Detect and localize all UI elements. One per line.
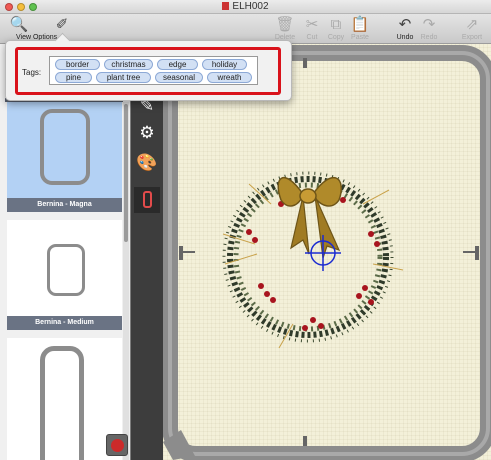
export-button[interactable]: ⇗ Export bbox=[455, 16, 489, 41]
hoop-sidebar: Bernina - Magna Bernina - Medium bbox=[0, 44, 131, 460]
tag-token[interactable]: plant tree bbox=[96, 72, 151, 83]
sidebar-scrollbar[interactable] bbox=[123, 102, 129, 460]
redo-button[interactable]: ↷ Redo bbox=[412, 16, 446, 41]
rotate-hoop-icon bbox=[111, 439, 124, 452]
tag-token[interactable]: wreath bbox=[207, 72, 252, 83]
hoop-thumbnail[interactable] bbox=[7, 338, 122, 460]
window-title: ELH002 bbox=[232, 1, 269, 12]
tag-token[interactable]: edge bbox=[157, 59, 198, 70]
palette-button[interactable]: 🎨 bbox=[134, 150, 160, 176]
tag-token[interactable]: christmas bbox=[104, 59, 153, 70]
hoop-thumbnail-medium[interactable]: Bernina - Medium bbox=[7, 220, 122, 330]
hoop-preview bbox=[40, 109, 90, 185]
hoop-tool-button[interactable] bbox=[134, 187, 160, 213]
hoop-thumbnail-magna[interactable]: Bernina - Magna bbox=[7, 102, 122, 212]
hoop-rotate-button[interactable] bbox=[106, 434, 128, 456]
hoop-preview bbox=[47, 244, 85, 296]
sewing-machine-icon: ⚙ bbox=[139, 123, 155, 142]
sewing-machine-button[interactable]: ⚙ bbox=[134, 120, 160, 146]
export-label: Export bbox=[461, 34, 483, 41]
tag-token[interactable]: border bbox=[55, 59, 100, 70]
hoop-name: Bernina - Medium bbox=[7, 316, 122, 330]
tag-token[interactable]: seasonal bbox=[155, 72, 203, 83]
tags-popover: Tags: border christmas edge holiday pine… bbox=[5, 32, 292, 101]
search-icon: 🔍 bbox=[9, 16, 29, 33]
tool-strip: ✎ ⚙ 🎨 bbox=[131, 44, 163, 460]
document-icon bbox=[222, 2, 230, 10]
export-icon: ⇗ bbox=[465, 16, 479, 33]
hoop-frame bbox=[163, 45, 491, 460]
paste-button[interactable]: 📋 Paste bbox=[343, 16, 377, 41]
hoop-thumbnail-list: Bernina - Magna Bernina - Medium bbox=[7, 102, 122, 460]
scrollbar-thumb[interactable] bbox=[124, 104, 128, 242]
tag-token[interactable]: pine bbox=[55, 72, 92, 83]
crosshair-icon[interactable] bbox=[305, 235, 341, 271]
search-button[interactable]: 🔍 View Options bbox=[2, 16, 57, 41]
design-canvas[interactable] bbox=[163, 44, 491, 460]
tags-label: Tags: bbox=[22, 68, 42, 77]
palette-icon: 🎨 bbox=[136, 153, 158, 172]
paste-label: Paste bbox=[351, 34, 369, 41]
hoop-preview bbox=[40, 346, 84, 460]
clipboard-icon: 📋 bbox=[350, 16, 370, 33]
tag-token[interactable]: holiday bbox=[202, 59, 247, 70]
canvas-drawing bbox=[163, 45, 491, 460]
title-bar: ELH002 bbox=[0, 0, 491, 14]
app-window: ELH002 🔍 View Options ✐ 🗑 Delete ✂ Cut ⧉… bbox=[0, 0, 491, 460]
redo-label: Redo bbox=[420, 34, 438, 41]
hoop-icon bbox=[142, 191, 152, 208]
redo-icon: ↷ bbox=[422, 16, 436, 33]
wreath-design[interactable] bbox=[222, 171, 404, 349]
hoop-name: Bernina - Magna bbox=[7, 198, 122, 212]
tags-field[interactable]: border christmas edge holiday pine plant… bbox=[49, 56, 258, 85]
